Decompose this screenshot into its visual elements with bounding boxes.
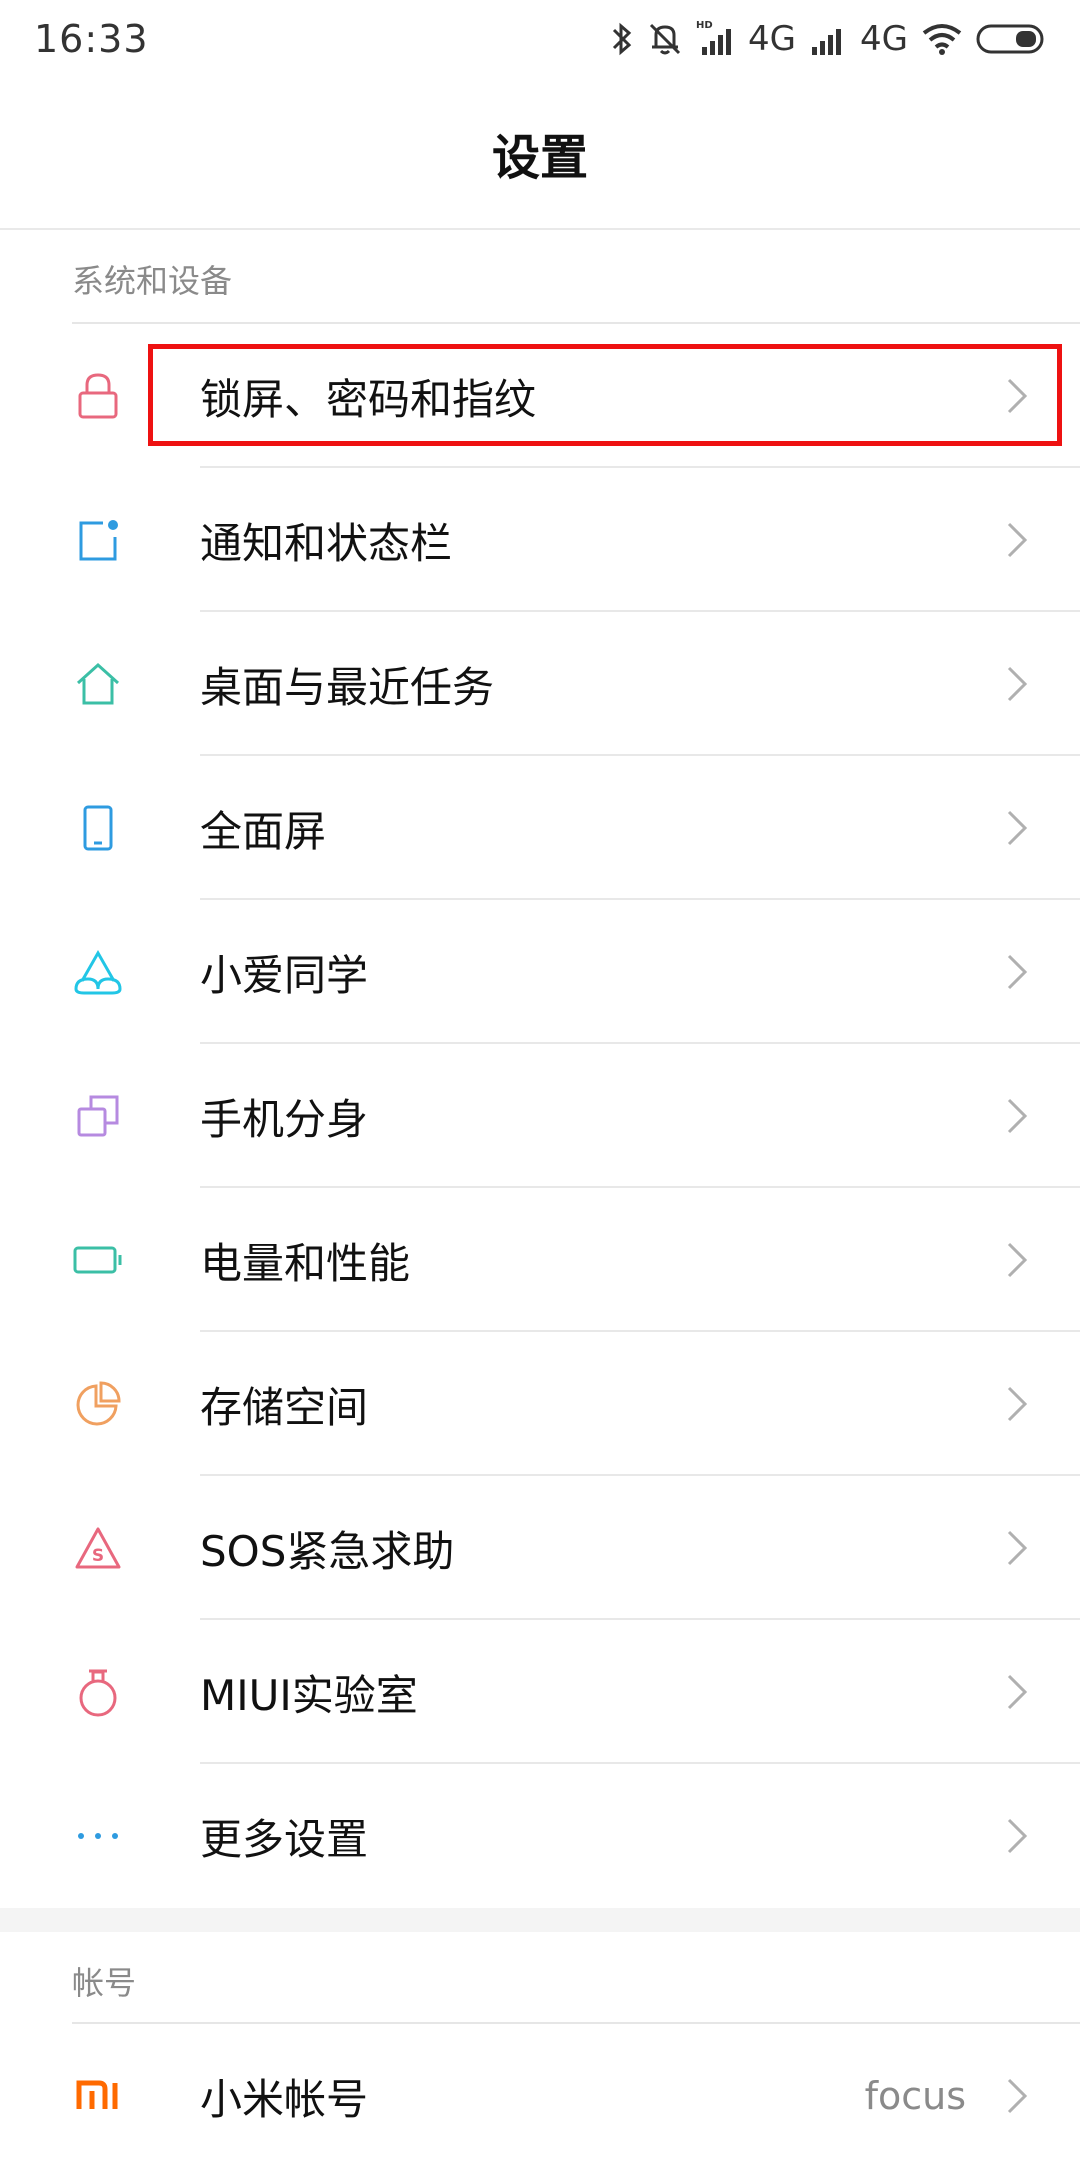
second-space-icon xyxy=(72,1090,124,1142)
chevron-right-icon xyxy=(1004,952,1030,992)
chevron-right-icon xyxy=(1004,1672,1030,1712)
chevron-right-icon xyxy=(1004,1096,1030,1136)
network-type-1: 4G xyxy=(748,19,797,59)
vibrate-off-icon xyxy=(646,19,684,59)
settings-row-mi-account[interactable]: 小米帐号 focus xyxy=(0,2024,1080,2168)
xiaoai-icon xyxy=(72,946,124,998)
settings-row-notifications[interactable]: 通知和状态栏 xyxy=(0,468,1080,612)
settings-row-fullscreen[interactable]: 全面屏 xyxy=(0,756,1080,900)
settings-row-more[interactable]: 更多设置 xyxy=(0,1764,1080,1908)
settings-row-xiaoai[interactable]: 小爱同学 xyxy=(0,900,1080,1044)
settings-row-label: 小爱同学 xyxy=(200,950,369,1000)
chevron-right-icon xyxy=(1004,664,1030,704)
chevron-right-icon xyxy=(1004,1816,1030,1856)
settings-row-label: 手机分身 xyxy=(200,1094,369,1144)
settings-list-account: 小米帐号 focus xyxy=(0,2024,1080,2168)
hd-label: HD xyxy=(696,20,713,31)
mi-logo-icon xyxy=(72,2070,124,2122)
battery-icon xyxy=(72,1234,124,1286)
section-label-account: 帐号 xyxy=(72,1964,137,2002)
chevron-right-icon xyxy=(1004,520,1030,560)
section-gap xyxy=(0,1908,1080,1932)
page-title: 设置 xyxy=(491,130,588,186)
settings-row-label: 通知和状态栏 xyxy=(200,518,453,568)
status-bar: 16:33 HD 4G 4G xyxy=(0,0,1080,78)
notification-icon xyxy=(72,514,124,566)
sos-icon: S xyxy=(72,1522,124,1574)
settings-row-label: 锁屏、密码和指纹 xyxy=(200,374,537,424)
settings-row-label: SOS紧急求助 xyxy=(200,1526,455,1576)
chevron-right-icon xyxy=(1004,2076,1030,2116)
settings-row-storage[interactable]: 存储空间 xyxy=(0,1332,1080,1476)
section-label-system: 系统和设备 xyxy=(72,262,233,300)
status-time: 16:33 xyxy=(34,17,149,61)
settings-row-label: 桌面与最近任务 xyxy=(200,662,495,712)
settings-row-label: 更多设置 xyxy=(200,1814,369,1864)
home-icon xyxy=(72,658,124,710)
chevron-right-icon xyxy=(1004,1384,1030,1424)
wifi-icon xyxy=(920,19,964,59)
bluetooth-icon xyxy=(610,19,634,59)
phone-screen-icon xyxy=(72,802,124,854)
account-name-value: focus xyxy=(864,2074,966,2118)
settings-row-sos[interactable]: S SOS紧急求助 xyxy=(0,1476,1080,1620)
flask-icon xyxy=(72,1666,124,1718)
settings-row-miui-lab[interactable]: MIUI实验室 xyxy=(0,1620,1080,1764)
settings-row-lockscreen[interactable]: 锁屏、密码和指纹 xyxy=(0,324,1080,468)
status-icons: HD 4G 4G xyxy=(610,19,1046,59)
signal-icon: HD xyxy=(696,19,736,59)
settings-row-home-screen[interactable]: 桌面与最近任务 xyxy=(0,612,1080,756)
battery-icon xyxy=(976,19,1046,59)
settings-list-system: 锁屏、密码和指纹 通知和状态栏 桌面与最近任务 全面屏 小爱同学 手机分身 电量… xyxy=(0,324,1080,1908)
page-header: 设置 xyxy=(0,78,1080,230)
settings-row-battery[interactable]: 电量和性能 xyxy=(0,1188,1080,1332)
signal-icon xyxy=(808,19,848,59)
chevron-right-icon xyxy=(1004,808,1030,848)
settings-row-second-space[interactable]: 手机分身 xyxy=(0,1044,1080,1188)
settings-row-label: 全面屏 xyxy=(200,806,327,856)
lock-icon xyxy=(72,370,124,422)
more-dots-icon xyxy=(72,1810,124,1862)
network-type-2: 4G xyxy=(860,19,908,59)
storage-pie-icon xyxy=(72,1378,124,1430)
svg-text:S: S xyxy=(92,1546,104,1566)
chevron-right-icon xyxy=(1004,1528,1030,1568)
settings-row-label: 存储空间 xyxy=(200,1382,369,1432)
settings-row-label: 小米帐号 xyxy=(200,2074,369,2124)
settings-row-label: 电量和性能 xyxy=(200,1238,411,1288)
settings-row-label: MIUI实验室 xyxy=(200,1670,418,1720)
chevron-right-icon xyxy=(1004,1240,1030,1280)
chevron-right-icon xyxy=(1004,376,1030,416)
